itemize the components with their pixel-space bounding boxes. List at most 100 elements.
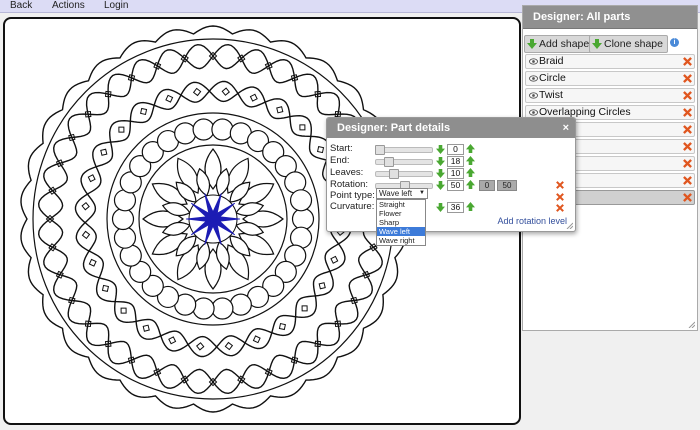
part-details-dialog: Designer: Part details × Start: 0 End: 1…: [326, 117, 576, 246]
delete-x-icon[interactable]: [556, 193, 564, 201]
start-slider-knob[interactable]: [375, 145, 385, 155]
delete-x-icon[interactable]: [683, 125, 692, 134]
increase-arrow-icon[interactable]: [466, 156, 475, 165]
delete-x-icon[interactable]: [683, 142, 692, 151]
twist-diamond: [252, 335, 261, 344]
twist-diamond: [100, 148, 108, 156]
eye-icon[interactable]: [529, 108, 538, 117]
rotation-label: Rotation:: [330, 179, 369, 190]
ring-circle: [174, 122, 197, 145]
point-type-select[interactable]: Wave left ▼: [376, 188, 428, 199]
twist-diamond: [165, 94, 174, 103]
clone-shape-button[interactable]: Clone shape: [589, 35, 668, 53]
dialog-title: Designer: Part details: [337, 122, 451, 134]
point-type-option[interactable]: Flower: [377, 209, 425, 218]
start-slider[interactable]: [375, 145, 433, 155]
point-type-options: Straight Flower Sharp Wave left Wave right: [376, 199, 426, 246]
menu-actions[interactable]: Actions: [52, 0, 85, 12]
twist-diamond: [81, 201, 90, 211]
twist-diamond: [168, 336, 177, 345]
part-row[interactable]: Twist: [525, 88, 695, 103]
increase-arrow-icon[interactable]: [466, 180, 475, 189]
panel-title: Designer: All parts: [523, 6, 697, 29]
end-slider[interactable]: [375, 157, 433, 167]
twist-diamond: [301, 305, 308, 312]
twist-diamond: [120, 307, 127, 314]
ring-circle: [192, 118, 215, 141]
delete-x-icon[interactable]: [683, 159, 692, 168]
dialog-title-bar[interactable]: Designer: Part details ×: [327, 118, 575, 138]
delete-x-icon[interactable]: [683, 108, 692, 117]
panel-toolbar: Add shape Clone shape i: [523, 33, 697, 53]
point-type-selected: Wave left: [379, 189, 413, 198]
increase-arrow-icon[interactable]: [466, 168, 475, 177]
increase-arrow-icon[interactable]: [466, 202, 475, 211]
start-value[interactable]: 0: [447, 144, 464, 155]
rotation-preset-50-button[interactable]: 50: [497, 180, 517, 191]
info-icon[interactable]: i: [670, 38, 679, 47]
resize-grip-icon[interactable]: [687, 320, 695, 328]
delete-x-icon[interactable]: [556, 204, 564, 212]
ring-circle: [211, 118, 234, 141]
eye-icon[interactable]: [529, 91, 538, 100]
add-shape-button[interactable]: Add shape: [524, 35, 595, 53]
twist-diamond: [224, 341, 234, 351]
rotation-value[interactable]: 50: [447, 180, 464, 191]
twist-diamond: [101, 284, 110, 292]
decrease-arrow-icon[interactable]: [436, 181, 445, 190]
twist-diamond: [330, 255, 339, 264]
ring-circle: [211, 297, 234, 320]
twist-diamond: [87, 174, 96, 183]
point-type-option[interactable]: Sharp: [377, 218, 425, 227]
end-slider-knob[interactable]: [384, 157, 394, 167]
part-name: Braid: [539, 55, 564, 67]
ring-circle: [289, 189, 313, 212]
menu-login[interactable]: Login: [104, 0, 128, 12]
eye-icon[interactable]: [529, 74, 538, 83]
twist-diamond: [276, 106, 284, 114]
twist-diamond: [278, 322, 286, 331]
increase-arrow-icon[interactable]: [466, 144, 475, 153]
twist-diamond: [81, 230, 91, 240]
delete-x-icon[interactable]: [683, 193, 692, 202]
ring-circle: [192, 297, 215, 320]
decrease-arrow-icon[interactable]: [436, 145, 445, 154]
leaves-slider[interactable]: [375, 169, 433, 179]
leaves-label: Leaves:: [330, 167, 364, 178]
close-icon[interactable]: ×: [563, 118, 569, 138]
point-type-label: Point type:: [330, 190, 375, 201]
decrease-arrow-icon[interactable]: [436, 169, 445, 178]
eye-icon[interactable]: [529, 57, 538, 66]
delete-x-icon[interactable]: [683, 57, 692, 66]
plus-arrow-icon: [527, 39, 537, 49]
add-rotation-level-link[interactable]: Add rotation level: [497, 216, 567, 226]
delete-x-icon[interactable]: [556, 181, 564, 189]
point-type-option[interactable]: Straight: [377, 200, 425, 209]
twist-diamond: [221, 87, 231, 96]
curvature-value[interactable]: 36: [447, 202, 464, 213]
delete-x-icon[interactable]: [683, 74, 692, 83]
decrease-arrow-icon[interactable]: [436, 203, 445, 212]
twist-diamond: [140, 107, 148, 116]
rotation-preset-0-button[interactable]: 0: [479, 180, 495, 191]
ring-circle: [291, 207, 315, 231]
part-name: Twist: [539, 89, 563, 101]
delete-x-icon[interactable]: [683, 91, 692, 100]
leaves-value[interactable]: 10: [447, 168, 464, 179]
end-label: End:: [330, 155, 350, 166]
menu-back[interactable]: Back: [10, 0, 32, 12]
end-value[interactable]: 18: [447, 156, 464, 167]
point-type-option[interactable]: Wave left: [377, 227, 425, 236]
delete-x-icon[interactable]: [683, 176, 692, 185]
clone-shape-label: Clone shape: [604, 38, 663, 50]
part-name: Circle: [539, 72, 566, 84]
add-shape-label: Add shape: [539, 38, 590, 50]
leaves-slider-knob[interactable]: [389, 169, 399, 179]
twist-diamond: [316, 146, 325, 154]
part-row[interactable]: Circle: [525, 71, 695, 86]
part-row[interactable]: Braid: [525, 54, 695, 69]
decrease-arrow-icon[interactable]: [436, 157, 445, 166]
ring-circle: [111, 207, 135, 231]
resize-grip-icon[interactable]: [565, 221, 573, 229]
point-type-option[interactable]: Wave right: [377, 236, 425, 245]
